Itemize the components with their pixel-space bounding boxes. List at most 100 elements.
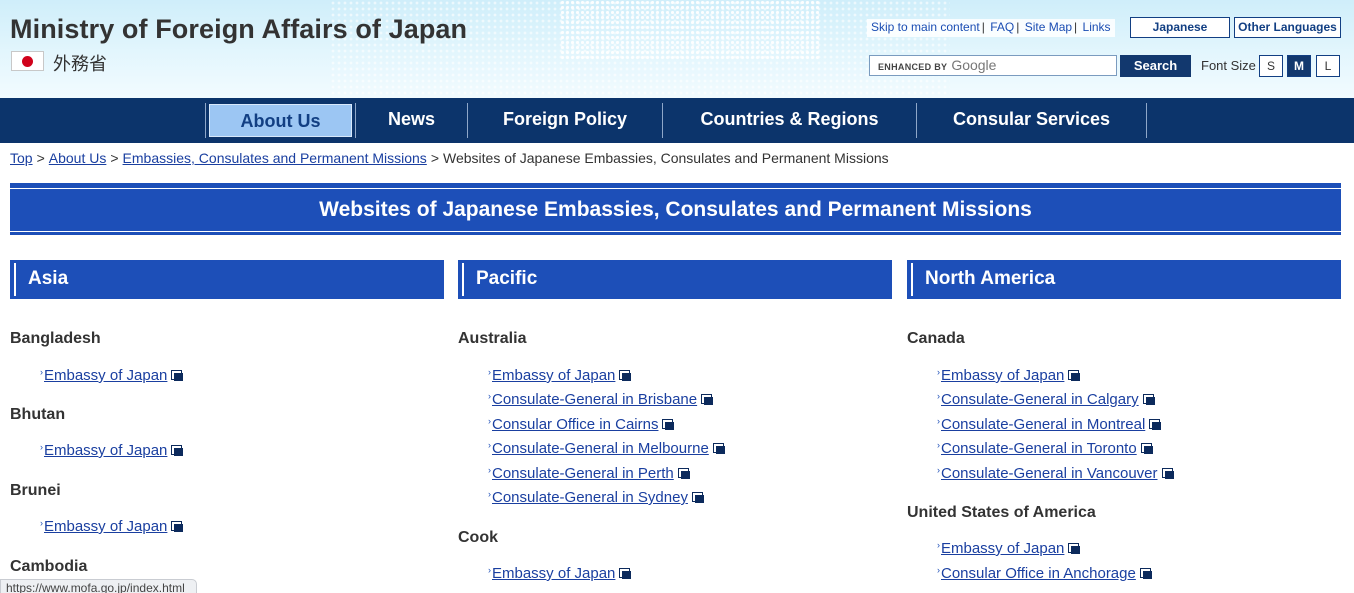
nav-consular-services[interactable]: Consular Services	[917, 98, 1146, 143]
embassy-link[interactable]: Embassy of Japan	[492, 565, 615, 582]
nav-news[interactable]: News	[356, 98, 467, 143]
breadcrumb-top[interactable]: Top	[10, 150, 33, 166]
utility-links: Skip to main content | FAQ | Site Map | Lin…	[867, 19, 1115, 37]
consulate-link[interactable]: Consulate-General in Vancouver	[941, 465, 1158, 482]
search-input[interactable]: ENHANCED BY Google	[869, 55, 1117, 76]
search-button[interactable]: Search	[1120, 55, 1191, 77]
google-logo: Google	[951, 57, 997, 73]
search-enhanced-label: ENHANCED BY	[878, 62, 948, 72]
nav-divider	[205, 103, 206, 138]
link-item: ›Embassy of Japan	[488, 565, 632, 582]
nav-divider	[1146, 103, 1147, 138]
link-item: ›Consulate-General in Montreal	[937, 416, 1162, 433]
external-link-icon	[1068, 543, 1081, 554]
consulate-link[interactable]: Consulate-General in Calgary	[941, 391, 1139, 408]
breadcrumb-about-us[interactable]: About Us	[49, 150, 107, 166]
breadcrumb-current: Websites of Japanese Embassies, Consulat…	[443, 150, 889, 166]
links-link[interactable]: Links	[1083, 20, 1111, 34]
country-heading: Bhutan	[10, 406, 66, 423]
arrow-icon: ›	[937, 391, 940, 401]
external-link-icon	[1139, 568, 1152, 579]
country-heading: Australia	[458, 330, 527, 347]
region-column-pacific: Pacific Australia ›Embassy of Japan ›Con…	[458, 260, 892, 582]
external-link-icon	[619, 370, 632, 381]
link-item: ›Consular Office in Cairns	[488, 416, 675, 433]
skip-to-main-link[interactable]: Skip to main content	[871, 20, 980, 34]
country-heading: Cambodia	[10, 558, 88, 575]
faq-link[interactable]: FAQ	[990, 20, 1014, 34]
region-column-north-america: North America Canada ›Embassy of Japan ›…	[907, 260, 1341, 582]
region-heading: Pacific	[458, 260, 892, 299]
external-link-icon	[677, 468, 690, 479]
world-map-decoration-highlight	[560, 0, 820, 60]
other-languages-button[interactable]: Other Languages	[1234, 17, 1341, 38]
arrow-icon: ›	[937, 440, 940, 450]
arrow-icon: ›	[937, 465, 940, 475]
region-heading: Asia	[10, 260, 444, 299]
arrow-icon: ›	[488, 489, 491, 499]
arrow-icon: ›	[488, 367, 491, 377]
consulate-link[interactable]: Consulate-General in Toronto	[941, 440, 1137, 457]
external-link-icon	[712, 443, 725, 454]
font-size-medium-button[interactable]: M	[1287, 55, 1311, 77]
link-item: ›Embassy of Japan	[40, 518, 184, 535]
link-item: ›Embassy of Japan	[40, 442, 184, 459]
external-link-icon	[662, 419, 675, 430]
consulate-link[interactable]: Consular Office in Anchorage	[941, 565, 1136, 582]
embassy-link[interactable]: Embassy of Japan	[941, 367, 1064, 384]
arrow-icon: ›	[937, 367, 940, 377]
country-heading: Cook	[458, 529, 498, 546]
nav-countries-regions[interactable]: Countries & Regions	[663, 98, 916, 143]
nav-about-us[interactable]: About Us	[209, 104, 352, 137]
external-link-icon	[1142, 394, 1155, 405]
external-link-icon	[1161, 468, 1174, 479]
font-size-large-button[interactable]: L	[1316, 55, 1340, 77]
embassy-link[interactable]: Embassy of Japan	[44, 518, 167, 535]
breadcrumb-embassies[interactable]: Embassies, Consulates and Permanent Miss…	[123, 150, 427, 166]
embassy-link[interactable]: Embassy of Japan	[492, 367, 615, 384]
link-item: ›Consulate-General in Sydney	[488, 489, 704, 506]
embassy-link[interactable]: Embassy of Japan	[941, 540, 1064, 557]
consulate-link[interactable]: Consular Office in Cairns	[492, 416, 658, 433]
page-title-banner: Websites of Japanese Embassies, Consulat…	[10, 183, 1341, 235]
consulate-link[interactable]: Consulate-General in Melbourne	[492, 440, 709, 457]
link-item: ›Consulate-General in Toronto	[937, 440, 1153, 457]
link-item: ›Embassy of Japan	[488, 367, 632, 384]
country-heading: United States of America	[907, 504, 1096, 521]
link-item: ›Consulate-General in Melbourne	[488, 440, 725, 457]
link-item: ›Consulate-General in Perth	[488, 465, 690, 482]
region-column-asia: Asia Bangladesh ›Embassy of Japan Bhutan…	[10, 260, 444, 575]
external-link-icon	[171, 521, 184, 532]
japanese-language-button[interactable]: Japanese	[1130, 17, 1230, 38]
external-link-icon	[1149, 419, 1162, 430]
site-map-link[interactable]: Site Map	[1025, 20, 1072, 34]
arrow-icon: ›	[40, 367, 43, 377]
external-link-icon	[1140, 443, 1153, 454]
main-navigation: About Us News Foreign Policy Countries &…	[0, 98, 1354, 143]
consulate-link[interactable]: Consulate-General in Brisbane	[492, 391, 697, 408]
browser-status-bar: https://www.mofa.go.jp/index.html	[0, 579, 197, 593]
arrow-icon: ›	[937, 540, 940, 550]
arrow-icon: ›	[937, 416, 940, 426]
link-item: ›Consulate-General in Vancouver	[937, 465, 1174, 482]
link-item: ›Consulate-General in Brisbane	[488, 391, 714, 408]
site-title[interactable]: Ministry of Foreign Affairs of Japan	[10, 14, 467, 45]
font-size-small-button[interactable]: S	[1259, 55, 1283, 77]
embassy-link[interactable]: Embassy of Japan	[44, 367, 167, 384]
region-heading: North America	[907, 260, 1341, 299]
site-header: Ministry of Foreign Affairs of Japan 外務省…	[0, 0, 1354, 98]
external-link-icon	[171, 370, 184, 381]
country-heading: Brunei	[10, 482, 61, 499]
arrow-icon: ›	[488, 565, 491, 575]
link-item: ›Embassy of Japan	[40, 367, 184, 384]
embassy-link[interactable]: Embassy of Japan	[44, 442, 167, 459]
external-link-icon	[171, 445, 184, 456]
arrow-icon: ›	[488, 391, 491, 401]
consulate-link[interactable]: Consulate-General in Sydney	[492, 489, 688, 506]
japanese-site-name: 外務省	[53, 54, 107, 75]
consulate-link[interactable]: Consulate-General in Perth	[492, 465, 674, 482]
arrow-icon: ›	[937, 565, 940, 575]
consulate-link[interactable]: Consulate-General in Montreal	[941, 416, 1145, 433]
breadcrumb: Top > About Us > Embassies, Consulates and P…	[10, 150, 889, 166]
nav-foreign-policy[interactable]: Foreign Policy	[468, 98, 662, 143]
